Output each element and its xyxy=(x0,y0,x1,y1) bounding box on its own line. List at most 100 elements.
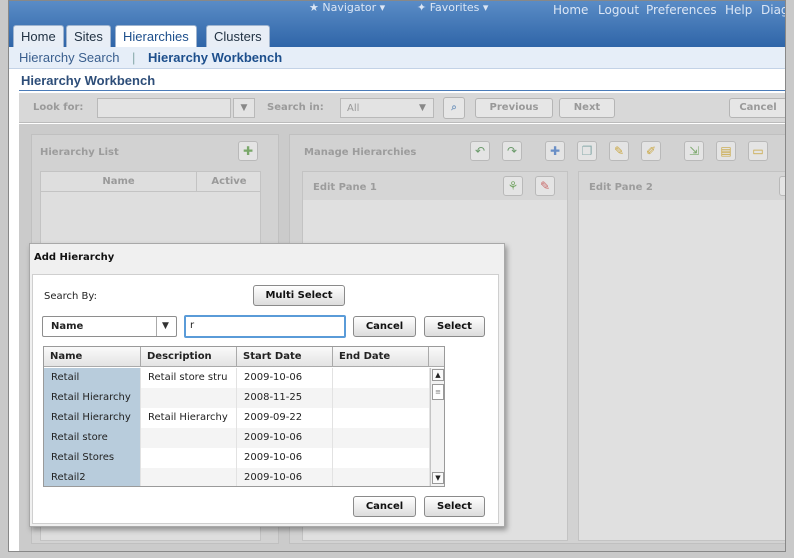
column-header-name[interactable]: Name xyxy=(41,172,197,192)
dialog-body: Search By: Multi Select Name ▼ r Cancel … xyxy=(32,274,499,524)
column-header-active[interactable]: Active xyxy=(197,172,261,192)
cell-description: Retail Hierarchy xyxy=(141,408,237,428)
cell-start-date: 2008-11-25 xyxy=(237,388,333,408)
dialog-cancel-button[interactable]: Cancel xyxy=(353,496,416,517)
chevron-down-icon: ▼ xyxy=(162,321,169,331)
cell-start-date: 2009-10-06 xyxy=(237,448,333,468)
cell-start-date: 2009-10-06 xyxy=(237,368,333,388)
edit-icon[interactable]: ✎ xyxy=(609,141,629,161)
look-for-label: Look for: xyxy=(33,102,84,113)
home-link[interactable]: Home xyxy=(553,3,588,17)
sub-navigation: Hierarchy Search | Hierarchy Workbench xyxy=(9,47,785,69)
cell-description: Retail store stru xyxy=(141,368,237,388)
search-in-value: All xyxy=(347,103,360,114)
column-header-name[interactable]: Name xyxy=(44,347,141,367)
search-icon[interactable]: ⌕ xyxy=(443,97,465,119)
tab-home[interactable]: Home xyxy=(13,25,64,47)
top-header-bar: ★ Navigator ▾ ✦ Favorites ▾ Home Logout … xyxy=(9,1,785,47)
tab-clusters[interactable]: Clusters xyxy=(206,25,270,47)
column-header-start-date[interactable]: Start Date xyxy=(237,347,333,367)
select-divider xyxy=(156,317,157,336)
scroll-up-arrow-icon[interactable]: ▲ xyxy=(432,369,444,381)
cell-description xyxy=(141,448,237,468)
page-title: Hierarchy Workbench xyxy=(21,73,156,88)
previous-button[interactable]: Previous xyxy=(475,98,553,118)
chevron-down-icon: ▼ xyxy=(419,103,426,113)
tab-hierarchies[interactable]: Hierarchies xyxy=(115,25,197,47)
favorites-menu[interactable]: ✦ Favorites ▾ xyxy=(417,1,488,14)
add-hierarchy-icon[interactable]: ✚ xyxy=(238,141,258,161)
next-button[interactable]: Next xyxy=(559,98,615,118)
search-by-label: Search By: xyxy=(44,291,97,302)
diagnostics-link[interactable]: Diag xyxy=(761,3,785,17)
cell-name: Retail Hierarchy xyxy=(44,388,141,408)
subnav-separator: | xyxy=(132,50,136,65)
search-text-value: r xyxy=(190,320,195,331)
properties-icon[interactable]: ▤ xyxy=(716,141,736,161)
undo-icon[interactable]: ↶ xyxy=(470,141,490,161)
search-toolbar: Look for: ▼ Search in: All ▼ ⌕ Previous … xyxy=(19,93,785,123)
results-scrollbar[interactable]: ▲ ≡ ▼ xyxy=(430,368,444,486)
cancel-button[interactable]: Cancel xyxy=(729,98,785,118)
cell-name: Retail store xyxy=(44,428,141,448)
folder-icon[interactable]: ▭ xyxy=(748,141,768,161)
cell-end-date xyxy=(333,448,430,468)
scroll-thumb[interactable]: ≡ xyxy=(432,384,444,400)
app-window: ★ Navigator ▾ ✦ Favorites ▾ Home Logout … xyxy=(8,0,786,552)
search-in-select[interactable]: All ▼ xyxy=(340,98,434,118)
add-icon[interactable]: ✚ xyxy=(545,141,565,161)
move-icon[interactable]: ⇲ xyxy=(684,141,704,161)
search-text-input[interactable]: r xyxy=(184,315,346,338)
dialog-cancel-button-top[interactable]: Cancel xyxy=(353,316,416,337)
hierarchy-search-link[interactable]: Hierarchy Search xyxy=(19,50,119,65)
table-row[interactable]: Retail Retail store stru 2009-10-06 xyxy=(44,368,430,388)
dialog-select-button[interactable]: Select xyxy=(424,496,485,517)
column-header-end-date[interactable]: End Date xyxy=(333,347,429,367)
clear-icon[interactable]: ✐ xyxy=(641,141,661,161)
pane-1-tree-icon[interactable]: ⚘ xyxy=(503,176,523,196)
table-row[interactable]: Retail2 2009-10-06 xyxy=(44,468,430,486)
hierarchy-list-title: Hierarchy List xyxy=(40,147,119,158)
edit-pane-2: Edit Pane 2 ⚘ xyxy=(578,171,785,541)
edit-pane-1-title: Edit Pane 1 xyxy=(313,182,377,193)
cell-name: Retail Stores xyxy=(44,448,141,468)
redo-icon[interactable]: ↷ xyxy=(502,141,522,161)
pane-1-edit-icon[interactable]: ✎ xyxy=(535,176,555,196)
tab-sites[interactable]: Sites xyxy=(66,25,111,47)
results-grid: Name Description Start Date End Date Ret… xyxy=(43,346,445,487)
hierarchy-workbench-link[interactable]: Hierarchy Workbench xyxy=(148,50,282,65)
preferences-link[interactable]: Preferences xyxy=(646,3,717,17)
look-for-input[interactable] xyxy=(97,98,231,118)
search-by-select[interactable]: Name ▼ xyxy=(42,316,177,337)
cell-start-date: 2009-10-06 xyxy=(237,468,333,486)
cell-end-date xyxy=(333,468,430,486)
cell-start-date: 2009-10-06 xyxy=(237,428,333,448)
pane-2-tree-icon[interactable]: ⚘ xyxy=(779,176,785,196)
table-row[interactable]: Retail Hierarchy Retail Hierarchy 2009-0… xyxy=(44,408,430,428)
search-in-label: Search in: xyxy=(267,102,324,113)
cell-end-date xyxy=(333,408,430,428)
logout-link[interactable]: Logout xyxy=(598,3,639,17)
cell-name: Retail xyxy=(44,368,141,388)
table-row[interactable]: Retail Hierarchy 2008-11-25 xyxy=(44,388,430,408)
navigator-menu[interactable]: ★ Navigator ▾ xyxy=(309,1,385,14)
help-link[interactable]: Help xyxy=(725,3,752,17)
scroll-down-arrow-icon[interactable]: ▼ xyxy=(432,472,444,484)
search-by-value: Name xyxy=(51,321,84,332)
column-header-description[interactable]: Description xyxy=(141,347,237,367)
table-row[interactable]: Retail Stores 2009-10-06 xyxy=(44,448,430,468)
cell-description xyxy=(141,388,237,408)
favorites-label: Favorites xyxy=(429,1,480,14)
dialog-select-button-top[interactable]: Select xyxy=(424,316,485,337)
copy-icon[interactable]: ❐ xyxy=(577,141,597,161)
multi-select-button[interactable]: Multi Select xyxy=(253,285,345,306)
chevron-down-icon[interactable]: ▼ xyxy=(233,98,255,118)
cell-description xyxy=(141,468,237,486)
cell-name: Retail Hierarchy xyxy=(44,408,141,428)
edit-pane-2-title: Edit Pane 2 xyxy=(589,182,653,193)
add-hierarchy-dialog: Add Hierarchy Search By: Multi Select Na… xyxy=(29,243,505,527)
dialog-title: Add Hierarchy xyxy=(34,252,115,263)
title-divider xyxy=(19,90,785,91)
navigator-label: Navigator xyxy=(322,1,377,14)
table-row[interactable]: Retail store 2009-10-06 xyxy=(44,428,430,448)
